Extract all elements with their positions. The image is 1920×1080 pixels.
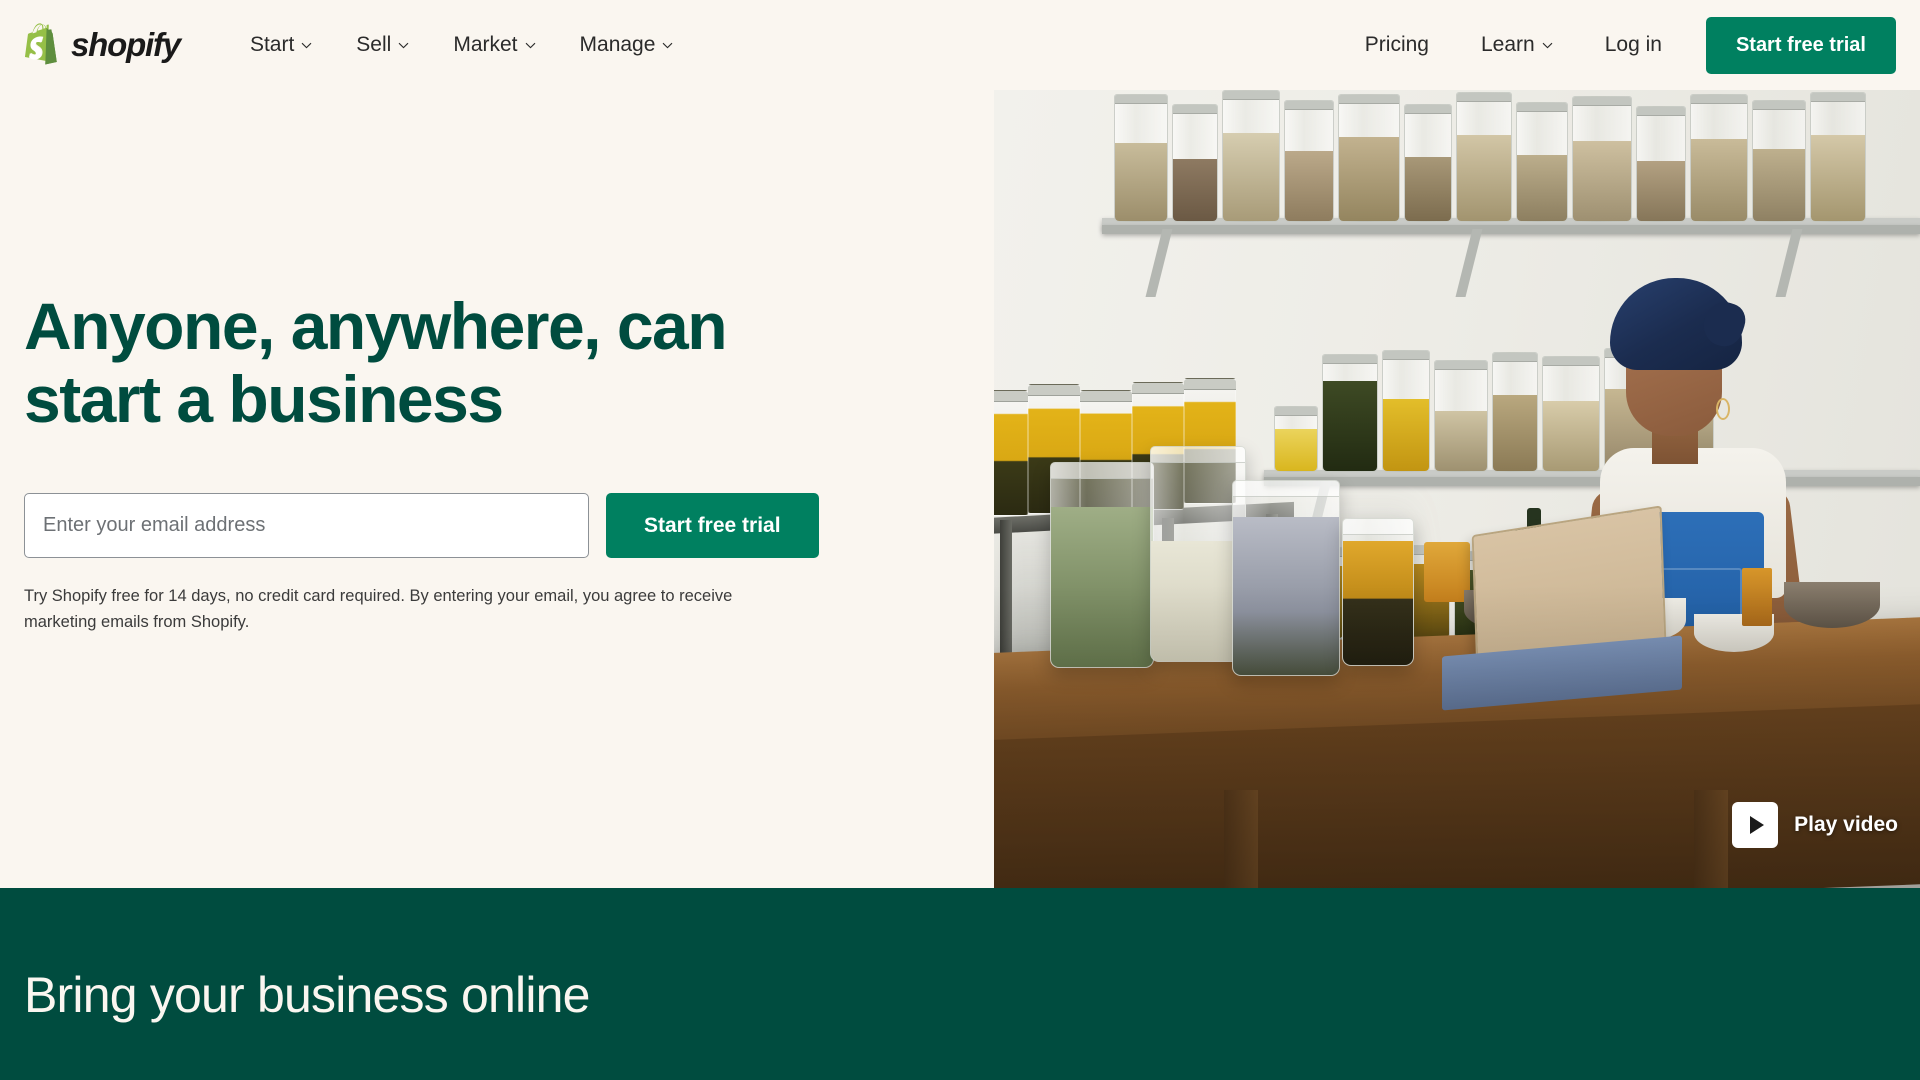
jar — [1404, 104, 1452, 222]
hero-title: Anyone, anywhere, can start a business — [24, 290, 904, 435]
hero-copy: Anyone, anywhere, can start a business S… — [24, 290, 904, 635]
hero-image — [994, 90, 1920, 888]
person-earring — [1716, 398, 1730, 420]
nav-item-pricing[interactable]: Pricing — [1339, 23, 1455, 67]
jar — [1572, 96, 1632, 222]
herb-jar — [1050, 462, 1154, 668]
nav-item-manage[interactable]: Manage — [558, 23, 696, 67]
start-free-trial-button-hero[interactable]: Start free trial — [606, 493, 819, 559]
top-navigation-bar: shopify Start Sell Market Manage Pricing… — [0, 0, 1920, 90]
oil-jar — [994, 390, 1028, 516]
bring-business-online-section: Bring your business online — [0, 888, 1920, 1080]
chevron-down-icon — [525, 42, 535, 48]
speckled-bowl — [1784, 582, 1880, 628]
email-signup-form: Start free trial — [24, 493, 904, 559]
nav-item-learn[interactable]: Learn — [1455, 23, 1579, 67]
chevron-down-icon — [398, 42, 409, 48]
jar — [1274, 406, 1318, 472]
nav-item-start-label: Start — [249, 33, 295, 56]
jar — [1338, 94, 1400, 222]
jar — [1636, 106, 1686, 222]
table-leg — [1694, 790, 1728, 888]
nav-item-sell-label: Sell — [356, 33, 392, 56]
amber-beaker — [1742, 568, 1772, 626]
nav-item-start[interactable]: Start — [228, 23, 334, 67]
play-video-button[interactable]: Play video — [1732, 802, 1898, 848]
chevron-down-icon — [301, 42, 312, 48]
jar — [1434, 360, 1488, 472]
play-button-box — [1732, 802, 1779, 848]
jar — [1492, 352, 1538, 472]
jar — [1172, 104, 1218, 222]
nav-item-log-in[interactable]: Log in — [1579, 23, 1688, 67]
jar — [1690, 94, 1748, 222]
grain-jar — [1232, 480, 1340, 676]
hero-title-line-2: start a business — [24, 361, 504, 436]
primary-nav: Start Sell Market Manage — [228, 23, 695, 67]
play-video-label: Play video — [1794, 813, 1898, 836]
nav-item-market-label: Market — [453, 33, 518, 56]
nav-item-sell[interactable]: Sell — [334, 23, 431, 67]
chevron-down-icon — [663, 42, 673, 48]
honey-jar — [1342, 518, 1414, 666]
hero-title-line-1: Anyone, anywhere, can — [24, 289, 728, 363]
hero-section: Anyone, anywhere, can start a business S… — [0, 90, 1920, 888]
nav-item-manage-label: Manage — [579, 33, 656, 56]
play-triangle-icon — [1749, 816, 1764, 834]
nav-item-log-in-label: Log in — [1604, 33, 1662, 56]
jar — [1114, 94, 1168, 222]
jar — [1810, 92, 1866, 222]
nav-item-learn-label: Learn — [1481, 33, 1535, 56]
jar — [1382, 350, 1430, 472]
jar — [1284, 100, 1334, 222]
jar — [1516, 102, 1568, 222]
nav-item-market[interactable]: Market — [431, 23, 557, 67]
chevron-down-icon — [1542, 42, 1553, 48]
start-free-trial-button-nav[interactable]: Start free trial — [1705, 16, 1896, 74]
jar — [1222, 90, 1280, 222]
shopify-logo[interactable]: shopify — [24, 23, 181, 67]
shopify-wordmark: shopify — [71, 26, 181, 63]
jar — [1752, 100, 1806, 222]
legal-disclaimer: Try Shopify free for 14 days, no credit … — [24, 587, 733, 631]
shelf-jar-group — [1114, 90, 1866, 222]
jar — [1322, 354, 1378, 472]
jar — [1456, 92, 1512, 222]
section-title: Bring your business online — [24, 967, 590, 1023]
shopify-bag-icon — [25, 23, 57, 65]
table-leg — [1224, 790, 1258, 888]
secondary-nav: Pricing Learn Log in Start free trial — [1339, 16, 1896, 74]
nav-item-pricing-label: Pricing — [1364, 33, 1429, 56]
email-input[interactable] — [24, 493, 589, 559]
